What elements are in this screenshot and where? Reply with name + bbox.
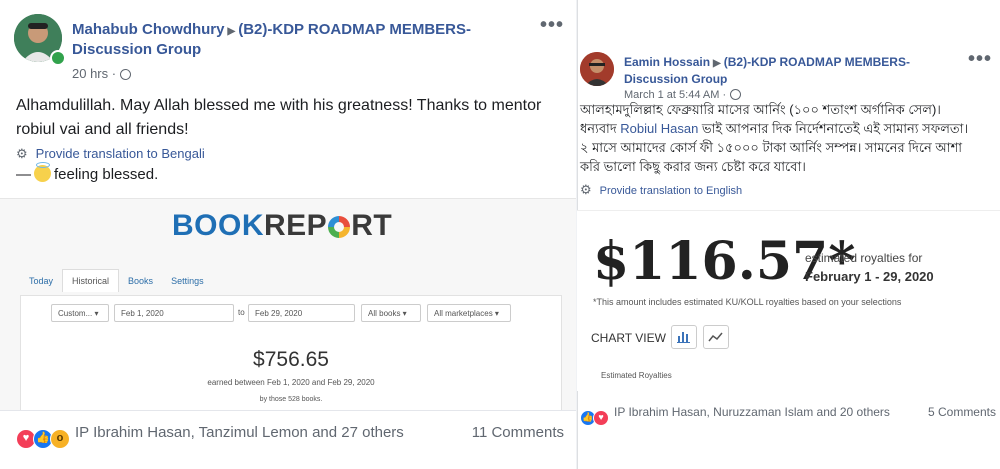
love-reaction-icon[interactable]: ♥ xyxy=(593,410,609,426)
audience-globe-icon xyxy=(120,69,132,80)
post-text-right: আলহামদুলিল্লাহ ফেব্রুয়ারি মাসের আর্নিং … xyxy=(580,102,969,174)
post-options-button[interactable]: ••• xyxy=(540,14,564,37)
author-avatar-right[interactable] xyxy=(580,52,614,86)
reactors-link[interactable]: IP Ibrahim Hasan, Nuruzzaman Islam and 2… xyxy=(614,405,890,419)
earned-amount: $756.65 xyxy=(253,348,329,371)
translate-link-right[interactable]: ⚙ Provide translation to English xyxy=(580,182,742,198)
audience-globe-icon xyxy=(730,89,742,100)
post-footer-left: ♥ 👍 o IP Ibrahim Hasan, Tanzimul Lemon and … xyxy=(16,424,564,449)
books-count-text: by those 528 books. xyxy=(259,396,323,403)
translate-label: Provide translation to English xyxy=(599,185,743,197)
feeling-dash: — xyxy=(16,166,31,183)
wow-reaction-icon[interactable]: o xyxy=(50,429,70,449)
author-name-link[interactable]: Mahabub Chowdhury xyxy=(72,21,225,38)
shared-to-arrow-icon: ▶ xyxy=(227,26,236,37)
report-panel: Custom... ▾ Feb 1, 2020 to Feb 29, 2020 … xyxy=(20,295,562,411)
royalty-footnote: *This amount includes estimated KU/KOLL … xyxy=(593,297,902,307)
date-from-field[interactable]: Feb 1, 2020 xyxy=(114,304,234,322)
post-header: Mahabub Chowdhury ▶ (B2)-KDP ROADMAP MEMBE… xyxy=(72,20,532,61)
post-header-right: Eamin Hossain ▶ (B2)-KDP ROADMAP MEMBERS-D… xyxy=(624,54,954,87)
translate-link[interactable]: ⚙ Provide translation to Bengali xyxy=(16,146,205,162)
earned-range-text: earned between Feb 1, 2020 and Feb 29, 2… xyxy=(207,378,375,387)
range-select[interactable]: Custom... ▾ xyxy=(51,304,109,322)
gear-icon: ⚙ xyxy=(16,146,28,161)
avatar-photo-icon xyxy=(580,52,614,86)
estimated-date-range: February 1 - 29, 2020 xyxy=(805,269,934,284)
post-timestamp[interactable]: March 1 at 5:44 AM xyxy=(624,89,719,101)
post-timestamp[interactable]: 20 hrs xyxy=(72,66,108,81)
translate-label: Provide translation to Bengali xyxy=(35,146,205,161)
estimated-label: estimated royalties for xyxy=(805,251,923,265)
post-meta: 20 hrs · xyxy=(72,66,132,81)
footer-divider xyxy=(0,410,576,411)
shared-to-arrow-icon: ▶ xyxy=(713,58,721,69)
comments-link[interactable]: 11 Comments xyxy=(472,424,564,441)
online-status-dot xyxy=(50,50,66,66)
bookreport-logo: BOOKREP RT xyxy=(172,209,393,242)
date-to-field[interactable]: Feb 29, 2020 xyxy=(248,304,355,322)
post-footer-right: 👍 ♥ IP Ibrahim Hasan, Nuruzzaman Islam and… xyxy=(580,405,1000,426)
feeling-line: — feeling blessed. xyxy=(16,162,159,183)
comments-link[interactable]: 5 Comments xyxy=(928,405,996,419)
tab-historical[interactable]: Historical xyxy=(62,269,120,292)
bar-chart-icon xyxy=(677,332,690,343)
line-chart-button[interactable] xyxy=(703,325,729,349)
shared-screenshot-royalties[interactable]: $116.57* estimated royalties for Februar… xyxy=(577,210,1000,391)
report-tabs: Today Historical Books Settings xyxy=(20,269,560,295)
to-label: to xyxy=(238,308,245,317)
tab-settings[interactable]: Settings xyxy=(162,270,213,292)
mention-link[interactable]: Robiul Hasan xyxy=(620,121,698,136)
tab-books[interactable]: Books xyxy=(119,270,162,292)
feeling-text: feeling blessed. xyxy=(54,166,159,183)
post-meta-right: March 1 at 5:44 AM · xyxy=(624,89,742,101)
post-options-button-right[interactable]: ••• xyxy=(968,48,992,71)
gear-icon: ⚙ xyxy=(580,182,592,197)
logo-ring-icon xyxy=(328,216,351,238)
bar-chart-button[interactable] xyxy=(671,325,697,349)
blessed-emoji-icon xyxy=(34,162,51,182)
marketplaces-select[interactable]: All marketplaces ▾ xyxy=(427,304,511,322)
chart-view-label: CHART VIEW xyxy=(591,331,666,345)
shared-screenshot-bookreport[interactable]: BOOKREP RT Today Historical Books Settings C… xyxy=(0,198,576,411)
reactors-link[interactable]: IP Ibrahim Hasan, Tanzimul Lemon and 27 … xyxy=(75,424,404,441)
author-name-link[interactable]: Eamin Hossain xyxy=(624,55,710,69)
line-chart-icon xyxy=(708,332,723,342)
post-text: Alhamdulillah. May Allah blessed me with… xyxy=(16,97,542,138)
tab-today[interactable]: Today xyxy=(20,270,62,292)
estimated-royalties-label: Estimated Royalties xyxy=(601,371,672,380)
books-select[interactable]: All books ▾ xyxy=(361,304,421,322)
